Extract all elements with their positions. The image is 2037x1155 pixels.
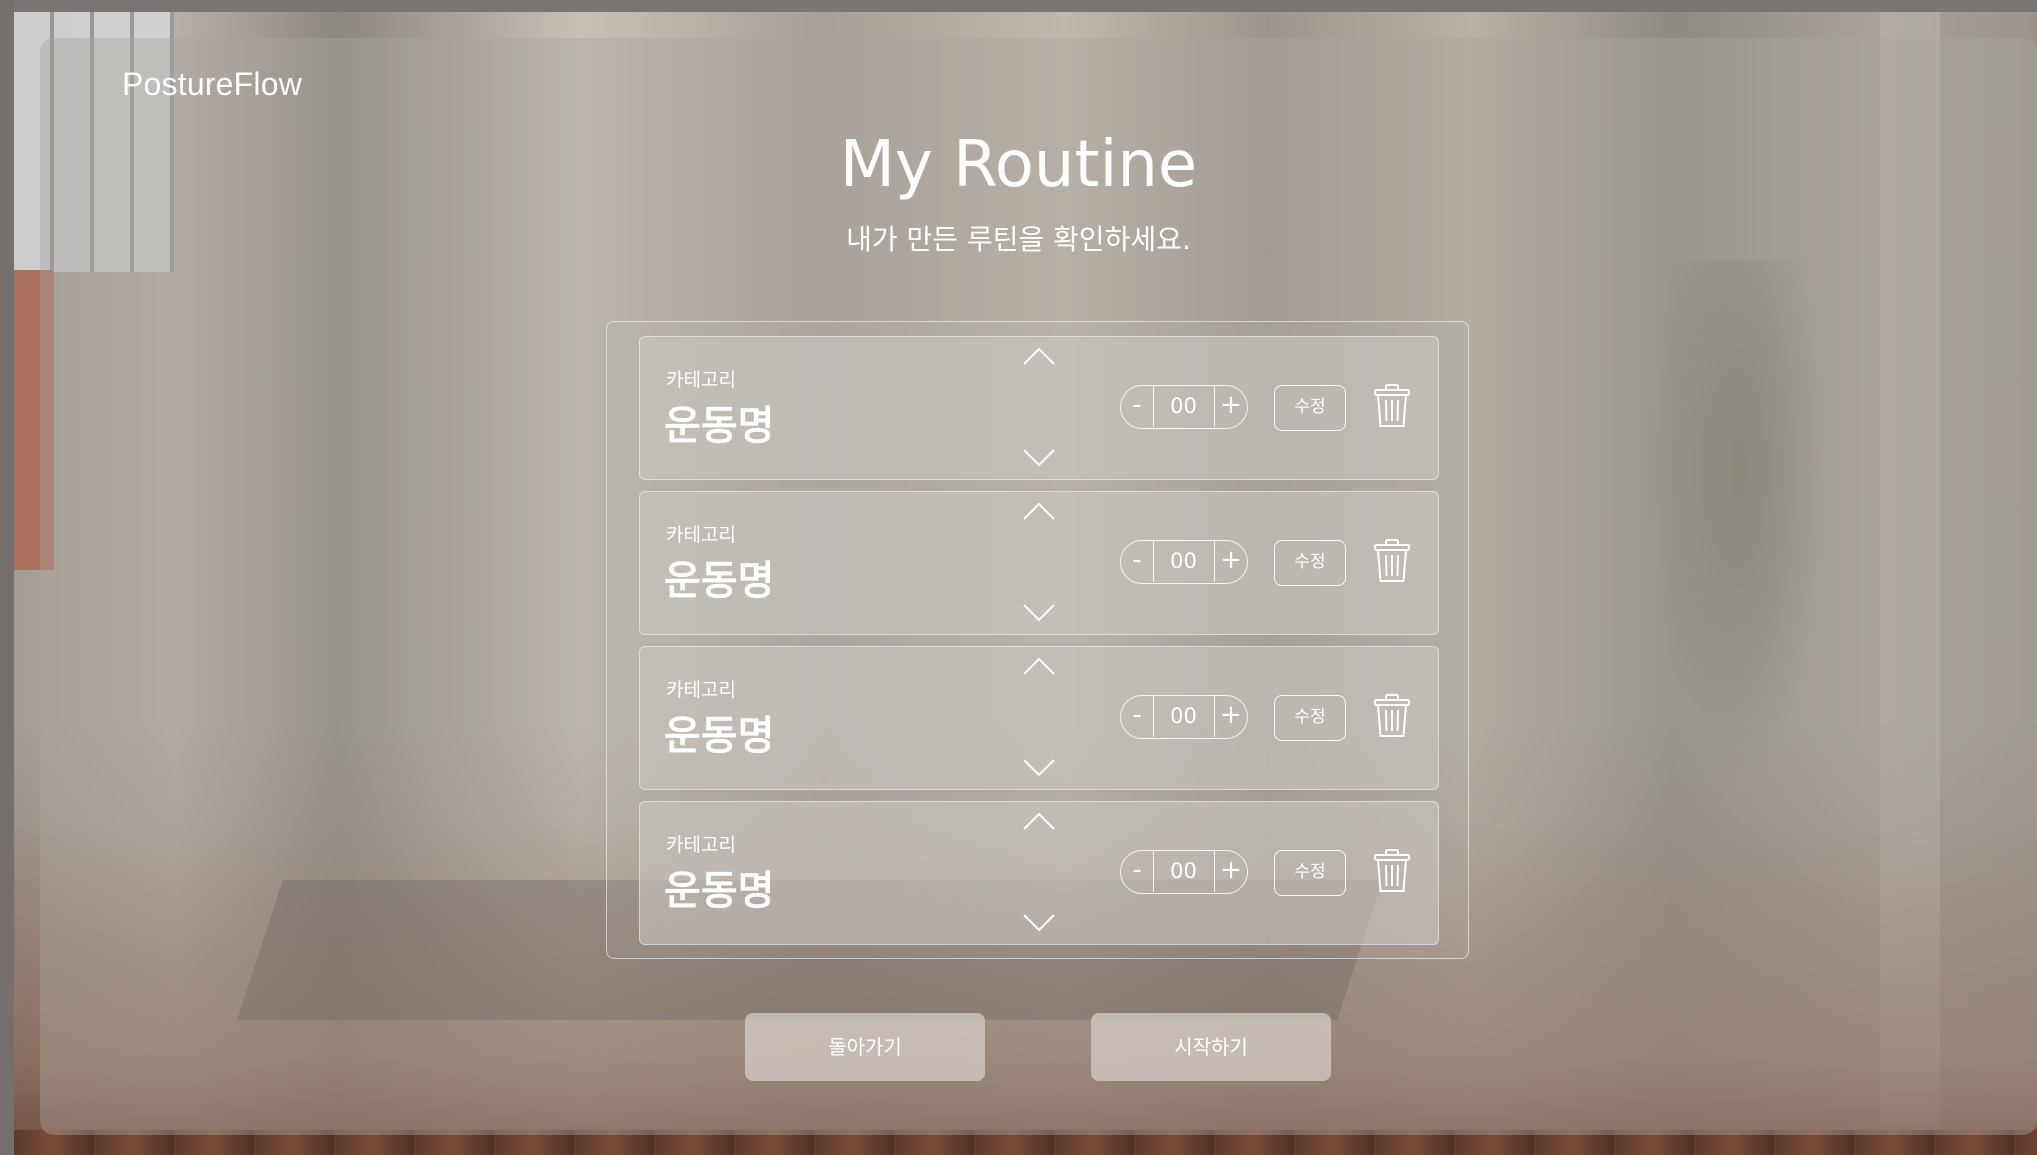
decrement-button[interactable]: - (1121, 851, 1154, 892)
edit-button[interactable]: 수정 (1274, 385, 1346, 431)
start-button[interactable]: 시작하기 (1091, 1013, 1331, 1081)
increment-button[interactable]: + (1214, 696, 1247, 737)
edit-button[interactable]: 수정 (1274, 695, 1346, 741)
chevron-up-icon[interactable] (1022, 500, 1056, 522)
back-button[interactable]: 돌아가기 (745, 1013, 985, 1081)
count-stepper: - 00 + (1120, 850, 1248, 894)
exercise-name: 운동명 (664, 558, 775, 604)
exercise-category: 카테고리 (666, 524, 736, 546)
decrement-button[interactable]: - (1121, 541, 1154, 582)
chevron-up-icon[interactable] (1022, 810, 1056, 832)
trash-icon[interactable] (1372, 848, 1412, 894)
chevron-down-icon[interactable] (1022, 757, 1056, 779)
chevron-down-icon[interactable] (1022, 447, 1056, 469)
routine-list: 카테고리 운동명 - 00 + 수정 카테고리 운동명 - 00 + 수정 카테… (606, 321, 1469, 959)
page-title: My Routine (839, 128, 1198, 202)
exercise-name: 운동명 (664, 868, 775, 914)
count-stepper: - 00 + (1120, 540, 1248, 584)
count-input[interactable]: 00 (1154, 541, 1213, 582)
increment-button[interactable]: + (1214, 386, 1247, 427)
edit-button[interactable]: 수정 (1274, 850, 1346, 896)
routine-card: 카테고리 운동명 - 00 + 수정 (639, 801, 1439, 945)
exercise-category: 카테고리 (666, 679, 736, 701)
exercise-category: 카테고리 (666, 369, 736, 391)
exercise-name: 운동명 (664, 713, 775, 759)
trash-icon[interactable] (1372, 538, 1412, 584)
edit-button[interactable]: 수정 (1274, 540, 1346, 586)
exercise-category: 카테고리 (666, 834, 736, 856)
routine-card: 카테고리 운동명 - 00 + 수정 (639, 491, 1439, 635)
increment-button[interactable]: + (1214, 541, 1247, 582)
count-stepper: - 00 + (1120, 385, 1248, 429)
brand-logo[interactable]: PostureFlow (122, 66, 302, 103)
decrement-button[interactable]: - (1121, 386, 1154, 427)
exercise-name: 운동명 (664, 403, 775, 449)
trash-icon[interactable] (1372, 383, 1412, 429)
count-input[interactable]: 00 (1154, 386, 1213, 427)
chevron-up-icon[interactable] (1022, 345, 1056, 367)
increment-button[interactable]: + (1214, 851, 1247, 892)
chevron-up-icon[interactable] (1022, 655, 1056, 677)
routine-card: 카테고리 운동명 - 00 + 수정 (639, 336, 1439, 480)
routine-card: 카테고리 운동명 - 00 + 수정 (639, 646, 1439, 790)
chevron-down-icon[interactable] (1022, 912, 1056, 934)
page-subtitle: 내가 만든 루틴을 확인하세요. (846, 223, 1191, 256)
decrement-button[interactable]: - (1121, 696, 1154, 737)
count-input[interactable]: 00 (1154, 696, 1213, 737)
chevron-down-icon[interactable] (1022, 602, 1056, 624)
trash-icon[interactable] (1372, 693, 1412, 739)
count-stepper: - 00 + (1120, 695, 1248, 739)
count-input[interactable]: 00 (1154, 851, 1213, 892)
